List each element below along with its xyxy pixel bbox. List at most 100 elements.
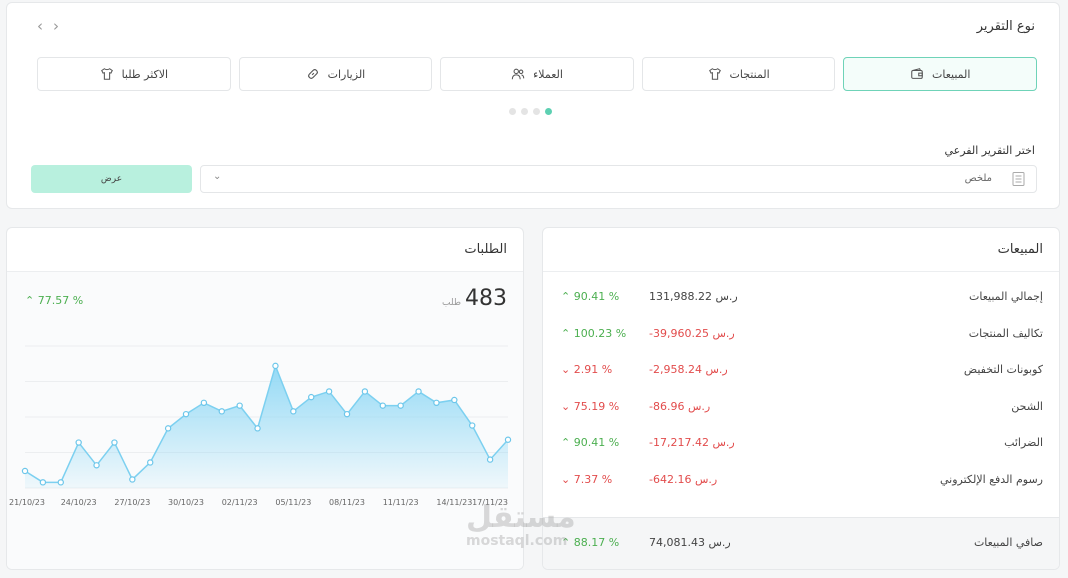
chart-point[interactable] (75, 439, 82, 446)
orders-count: 483 (465, 286, 507, 311)
chart-point[interactable] (57, 479, 64, 486)
chart-point[interactable] (272, 362, 279, 370)
sales-row: إجمالي المبيعات 131,988.22 ر.س ⌃ 90.41 % (543, 280, 1059, 316)
chart-x-tick-label: 14/11/23 (436, 498, 472, 507)
chart-point[interactable] (343, 410, 351, 418)
carousel-dots (509, 108, 552, 115)
arrow-up-icon: ⌃ (561, 436, 571, 449)
users-icon (511, 68, 525, 80)
net-sales-pct: ⌃ 88.17 % (561, 536, 620, 549)
chart-point[interactable] (39, 479, 47, 486)
shirt-icon (100, 68, 113, 80)
chart-point[interactable] (504, 436, 512, 443)
arrow-up-icon: ⌃ (25, 294, 35, 307)
chevron-right-icon[interactable]: › (53, 17, 59, 35)
chart-point[interactable] (164, 425, 172, 432)
sub-report-value: ملخص (964, 173, 992, 184)
show-button[interactable]: عرض (31, 165, 192, 193)
document-icon (1012, 172, 1025, 186)
chart-x-tick-label: 24/10/23 (61, 498, 97, 507)
sales-row-pct: ⌄ 75.19 % (561, 399, 620, 413)
sub-report-select[interactable]: ملخص ⌄ (200, 165, 1037, 193)
carousel-dot[interactable] (533, 108, 540, 115)
sales-card-header: المبيعات (543, 228, 1059, 272)
sales-row: الضرائب -17,217.42 ر.س ⌃ 90.41 % (543, 426, 1059, 462)
sales-row: كوبونات التخفيض -2,958.24 ر.س ⌄ 2.91 % (543, 353, 1059, 389)
chart-point[interactable] (308, 393, 315, 401)
sales-row-value: -642.16 ر.س (649, 472, 718, 486)
chart-x-tick-label: 30/10/23 (168, 498, 204, 507)
chart-point[interactable] (129, 476, 136, 483)
sales-row-label: كوبونات التخفيض (963, 363, 1043, 376)
sales-row-value: -17,217.42 ر.س (649, 436, 735, 449)
chart-area (25, 365, 508, 488)
chart-x-tick-label: 17/11/23 (472, 498, 508, 507)
chart-point[interactable] (379, 402, 386, 409)
shirt-icon (708, 68, 721, 80)
sales-row-pct: ⌃ 100.23 % (561, 326, 627, 340)
chart-x-tick-label: 27/10/23 (114, 498, 150, 507)
report-type-products[interactable]: المنتجات (641, 57, 836, 91)
chart-point[interactable] (486, 456, 494, 463)
sales-row: الشحن -86.96 ر.س ⌄ 75.19 % (543, 390, 1059, 426)
orders-card-header: الطلبات (7, 228, 523, 272)
chart-point[interactable] (236, 402, 243, 409)
report-type-label: الاكثر طلبا (121, 67, 169, 81)
report-type-visits[interactable]: الزيارات (238, 57, 433, 91)
sales-row-value: 131,988.22 ر.س (649, 290, 738, 303)
arrow-down-icon: ⌄ (561, 363, 571, 376)
sales-row-value: -86.96 ر.س (649, 399, 711, 413)
report-type-most-ordered[interactable]: الاكثر طلبا (37, 57, 231, 91)
report-type-customers[interactable]: العملاء (440, 57, 634, 91)
wallet-icon (911, 68, 923, 79)
net-sales-value: 74,081.43 ر.س (649, 536, 731, 549)
report-type-label: المبيعات (931, 67, 971, 81)
chart-point[interactable] (21, 467, 29, 475)
report-type-card: نوع التقرير ‹ › المبيعات المنتجات العملا… (6, 2, 1060, 209)
chart-point[interactable] (182, 410, 190, 418)
sales-row-pct: ⌄ 2.91 % (561, 363, 613, 376)
chart-point[interactable] (325, 388, 333, 395)
sub-report-label: اختر التقرير الفرعي (944, 144, 1035, 157)
report-type-sales[interactable]: المبيعات (843, 57, 1037, 91)
sales-row-value: -39,960.25 ر.س (649, 326, 735, 340)
sales-row: تكاليف المنتجات -39,960.25 ر.س ⌃ 100.23 % (543, 317, 1059, 353)
chart-point[interactable] (397, 402, 404, 409)
chart-x-tick-label: 21/10/23 (9, 498, 45, 507)
chart-point[interactable] (451, 396, 458, 404)
chart-x-tick-label: 02/11/23 (222, 498, 258, 507)
chart-point[interactable] (469, 422, 476, 429)
orders-card: الطلبات 483 طلب ⌃ 77.57 % 21/10/23 24/10/… (6, 227, 524, 570)
chart-point[interactable] (290, 408, 297, 415)
sales-card: المبيعات إجمالي المبيعات 131,988.22 ر.س ⌃ … (542, 227, 1060, 570)
report-type-label: العملاء (533, 67, 563, 81)
orders-unit: طلب (442, 298, 461, 308)
chart-point[interactable] (111, 439, 118, 446)
sales-row-label: إجمالي المبيعات (968, 290, 1043, 303)
chart-point[interactable] (93, 462, 100, 469)
net-sales-label: صافي المبيعات (973, 536, 1043, 549)
report-type-label: الزيارات (327, 67, 366, 81)
report-type-label: المنتجات (729, 67, 770, 81)
net-sales-row: صافي المبيعات 74,081.43 ر.س ⌃ 88.17 % (543, 517, 1059, 569)
chart-point[interactable] (361, 388, 369, 395)
chart-point[interactable] (200, 399, 208, 407)
orders-pct: ⌃ 77.57 % (25, 294, 84, 307)
sales-row: رسوم الدفع الإلكتروني -642.16 ر.س ⌄ 7.37 % (543, 463, 1059, 499)
carousel-dot[interactable] (521, 108, 528, 115)
arrow-up-icon: ⌃ (561, 290, 571, 303)
chart-point[interactable] (415, 388, 422, 395)
chart-x-tick-label: 05/11/23 (275, 498, 311, 507)
chevron-left-icon[interactable]: ‹ (37, 17, 43, 35)
arrow-down-icon: ⌄ (561, 399, 571, 413)
sales-row-pct: ⌃ 90.41 % (561, 290, 620, 303)
chart-point[interactable] (218, 408, 225, 415)
arrow-up-icon: ⌃ (561, 536, 571, 549)
chart-point[interactable] (254, 425, 261, 432)
chart-point[interactable] (147, 459, 154, 466)
sales-row-label: تكاليف المنتجات (968, 326, 1043, 340)
carousel-dot[interactable] (509, 108, 516, 115)
carousel-dot-active[interactable] (545, 108, 552, 115)
chart-point[interactable] (433, 399, 440, 407)
sales-row-value: -2,958.24 ر.س (649, 363, 728, 376)
